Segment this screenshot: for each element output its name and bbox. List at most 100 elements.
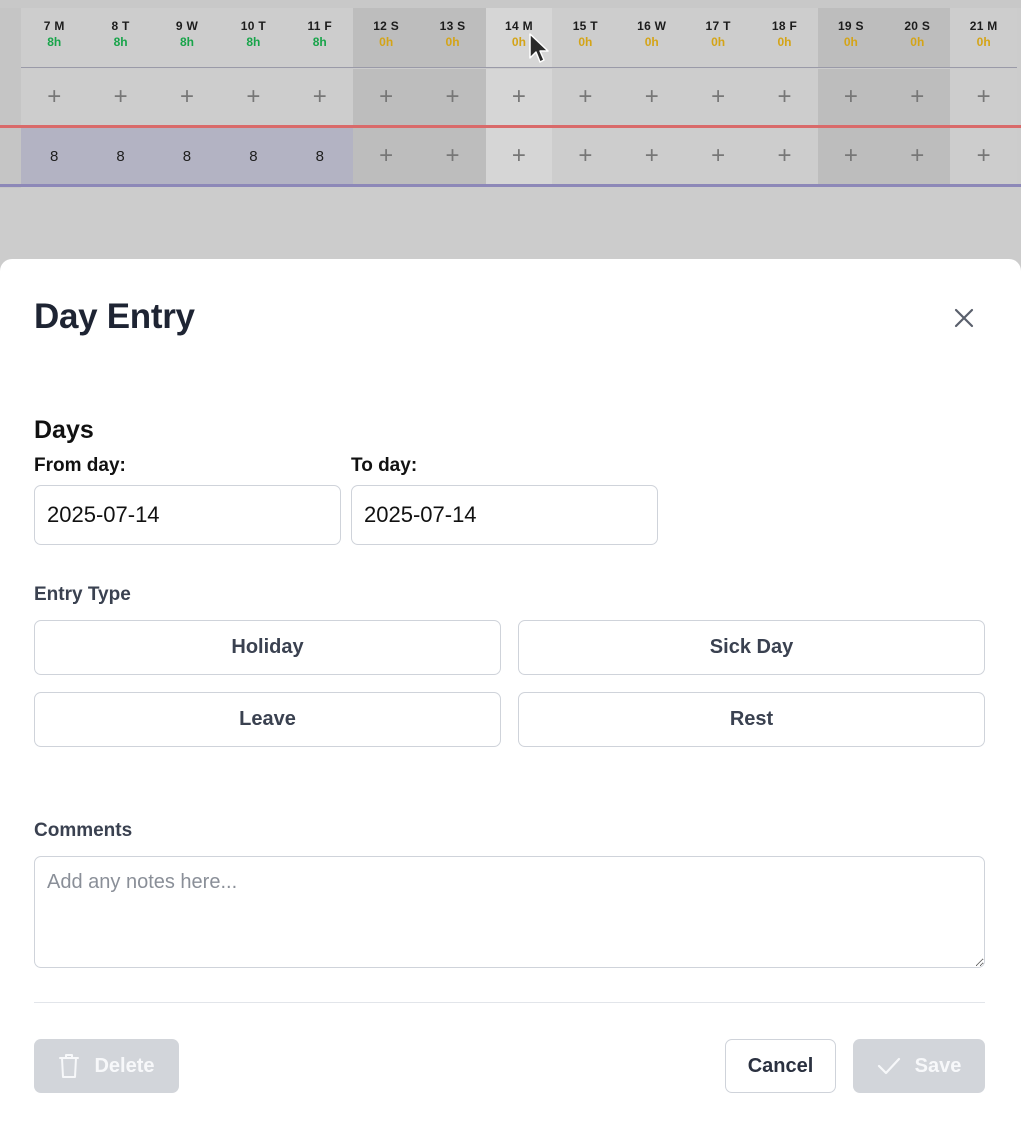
entry-type-holiday-button[interactable]: Holiday — [34, 620, 501, 675]
day-entry-modal: Day Entry Days From day: To day: Entry T… — [0, 259, 1021, 1123]
day-hours: 0h — [379, 34, 394, 49]
day-header-row: 7 M 8h 8 T 8h 9 W 8h 10 T 8h 11 F 8h 12 S 0h 13 S 0h 1… — [21, 8, 1017, 68]
entry-cell[interactable]: 8 — [21, 128, 88, 184]
add-entry-cell[interactable]: + — [684, 69, 752, 125]
comments-label: Comments — [34, 820, 133, 841]
day-label: 20 S — [904, 18, 931, 33]
save-button[interactable]: Save — [853, 1039, 985, 1093]
entry-cell[interactable]: 8 — [220, 128, 287, 184]
add-entry-cell[interactable]: + — [751, 128, 818, 184]
day-hours: 0h — [843, 34, 858, 49]
add-entry-cell[interactable]: + — [817, 128, 885, 184]
delete-button-label: Delete — [94, 1054, 155, 1077]
day-header-cell: 18 F 0h — [751, 8, 818, 67]
day-header-cell: 13 S 0h — [419, 8, 486, 67]
day-label: 14 M — [504, 18, 533, 33]
plus-icon: + — [711, 142, 726, 169]
comments-textarea[interactable] — [34, 856, 985, 968]
add-entry-cell[interactable]: + — [684, 128, 752, 184]
from-day-input[interactable] — [34, 485, 341, 545]
add-entry-cell[interactable]: + — [153, 69, 221, 125]
add-entry-cell[interactable]: + — [485, 128, 553, 184]
close-icon — [954, 308, 974, 328]
plus-icon: + — [179, 83, 194, 110]
add-entry-cell[interactable]: + — [220, 69, 287, 125]
add-entry-cell[interactable]: + — [552, 128, 619, 184]
plus-icon: + — [644, 142, 659, 169]
add-entry-cell[interactable]: + — [21, 69, 88, 125]
add-entry-cell[interactable]: + — [286, 69, 353, 125]
day-header-cell: 16 W 0h — [618, 8, 685, 67]
add-entry-cell[interactable]: + — [884, 128, 951, 184]
add-entry-cell[interactable]: + — [419, 128, 486, 184]
day-header-cell: 17 T 0h — [684, 8, 752, 67]
day-label: 18 F — [771, 18, 798, 33]
add-entry-cell[interactable]: + — [618, 128, 685, 184]
days-section-title: Days — [34, 416, 94, 444]
add-entry-cell[interactable]: + — [87, 69, 154, 125]
grid-top-strip — [0, 0, 1021, 8]
day-label: 19 S — [837, 18, 864, 33]
day-header-cell: 21 M 0h — [950, 8, 1017, 67]
delete-button[interactable]: Delete — [34, 1039, 179, 1093]
day-hours: 0h — [711, 34, 726, 49]
entry-cell[interactable]: 8 — [286, 128, 353, 184]
plus-icon: + — [47, 83, 62, 110]
plus-icon: + — [445, 142, 460, 169]
entry-type-label: Entry Type — [34, 584, 131, 605]
add-entry-cell[interactable]: + — [950, 128, 1017, 184]
plus-icon: + — [511, 83, 526, 110]
day-header-cell: 20 S 0h — [884, 8, 951, 67]
day-label: 15 T — [572, 18, 598, 33]
checkmark-icon — [877, 1057, 900, 1075]
row-divider-blue — [0, 184, 1021, 187]
entry-type-rest-button[interactable]: Rest — [518, 692, 985, 747]
add-entry-cell[interactable]: + — [618, 69, 685, 125]
timesheet-row-2: 8 8 8 8 8 + + + + + + + + + + — [21, 128, 1017, 184]
entry-cell[interactable]: 8 — [87, 128, 154, 184]
plus-icon: + — [976, 142, 991, 169]
day-header-cell: 10 T 8h — [220, 8, 287, 67]
plus-icon: + — [578, 142, 593, 169]
from-day-label: From day: — [34, 455, 126, 476]
add-entry-cell[interactable]: + — [751, 69, 818, 125]
plus-icon: + — [113, 83, 128, 110]
entry-value: 8 — [249, 147, 258, 165]
day-label: 13 S — [439, 18, 466, 33]
add-entry-cell[interactable]: + — [352, 128, 420, 184]
grid-left-gutter — [0, 8, 21, 188]
plus-icon: + — [843, 83, 858, 110]
cancel-button[interactable]: Cancel — [725, 1039, 836, 1093]
entry-type-leave-button[interactable]: Leave — [34, 692, 501, 747]
entry-cell[interactable]: 8 — [153, 128, 221, 184]
add-entry-cell[interactable]: + — [485, 69, 553, 125]
add-entry-cell[interactable]: + — [950, 69, 1017, 125]
day-label: 10 T — [240, 18, 266, 33]
plus-icon: + — [445, 83, 460, 110]
add-entry-cell[interactable]: + — [817, 69, 885, 125]
day-header-cell: 11 F 8h — [286, 8, 353, 67]
day-hours: 0h — [976, 34, 991, 49]
add-entry-cell[interactable]: + — [352, 69, 420, 125]
add-entry-cell[interactable]: + — [552, 69, 619, 125]
page: 7 M 8h 8 T 8h 9 W 8h 10 T 8h 11 F 8h 12 S 0h 13 S 0h 1… — [0, 0, 1021, 1123]
close-button[interactable] — [946, 300, 982, 336]
day-header-cell: 15 T 0h — [552, 8, 619, 67]
to-day-input[interactable] — [351, 485, 658, 545]
add-entry-cell[interactable]: + — [884, 69, 951, 125]
entry-type-sick-day-button[interactable]: Sick Day — [518, 620, 985, 675]
day-label: 7 M — [43, 18, 65, 33]
day-hours: 8h — [113, 34, 128, 49]
mouse-cursor-icon — [529, 33, 549, 63]
plus-icon: + — [777, 142, 792, 169]
plus-icon: + — [910, 83, 925, 110]
plus-icon: + — [711, 83, 726, 110]
day-hours: 0h — [445, 34, 460, 49]
plus-icon: + — [312, 83, 327, 110]
plus-icon: + — [578, 83, 593, 110]
modal-title: Day Entry — [34, 297, 195, 336]
day-hours: 8h — [312, 34, 327, 49]
add-entry-cell[interactable]: + — [419, 69, 486, 125]
day-hours: 8h — [246, 34, 261, 49]
plus-icon: + — [644, 83, 659, 110]
